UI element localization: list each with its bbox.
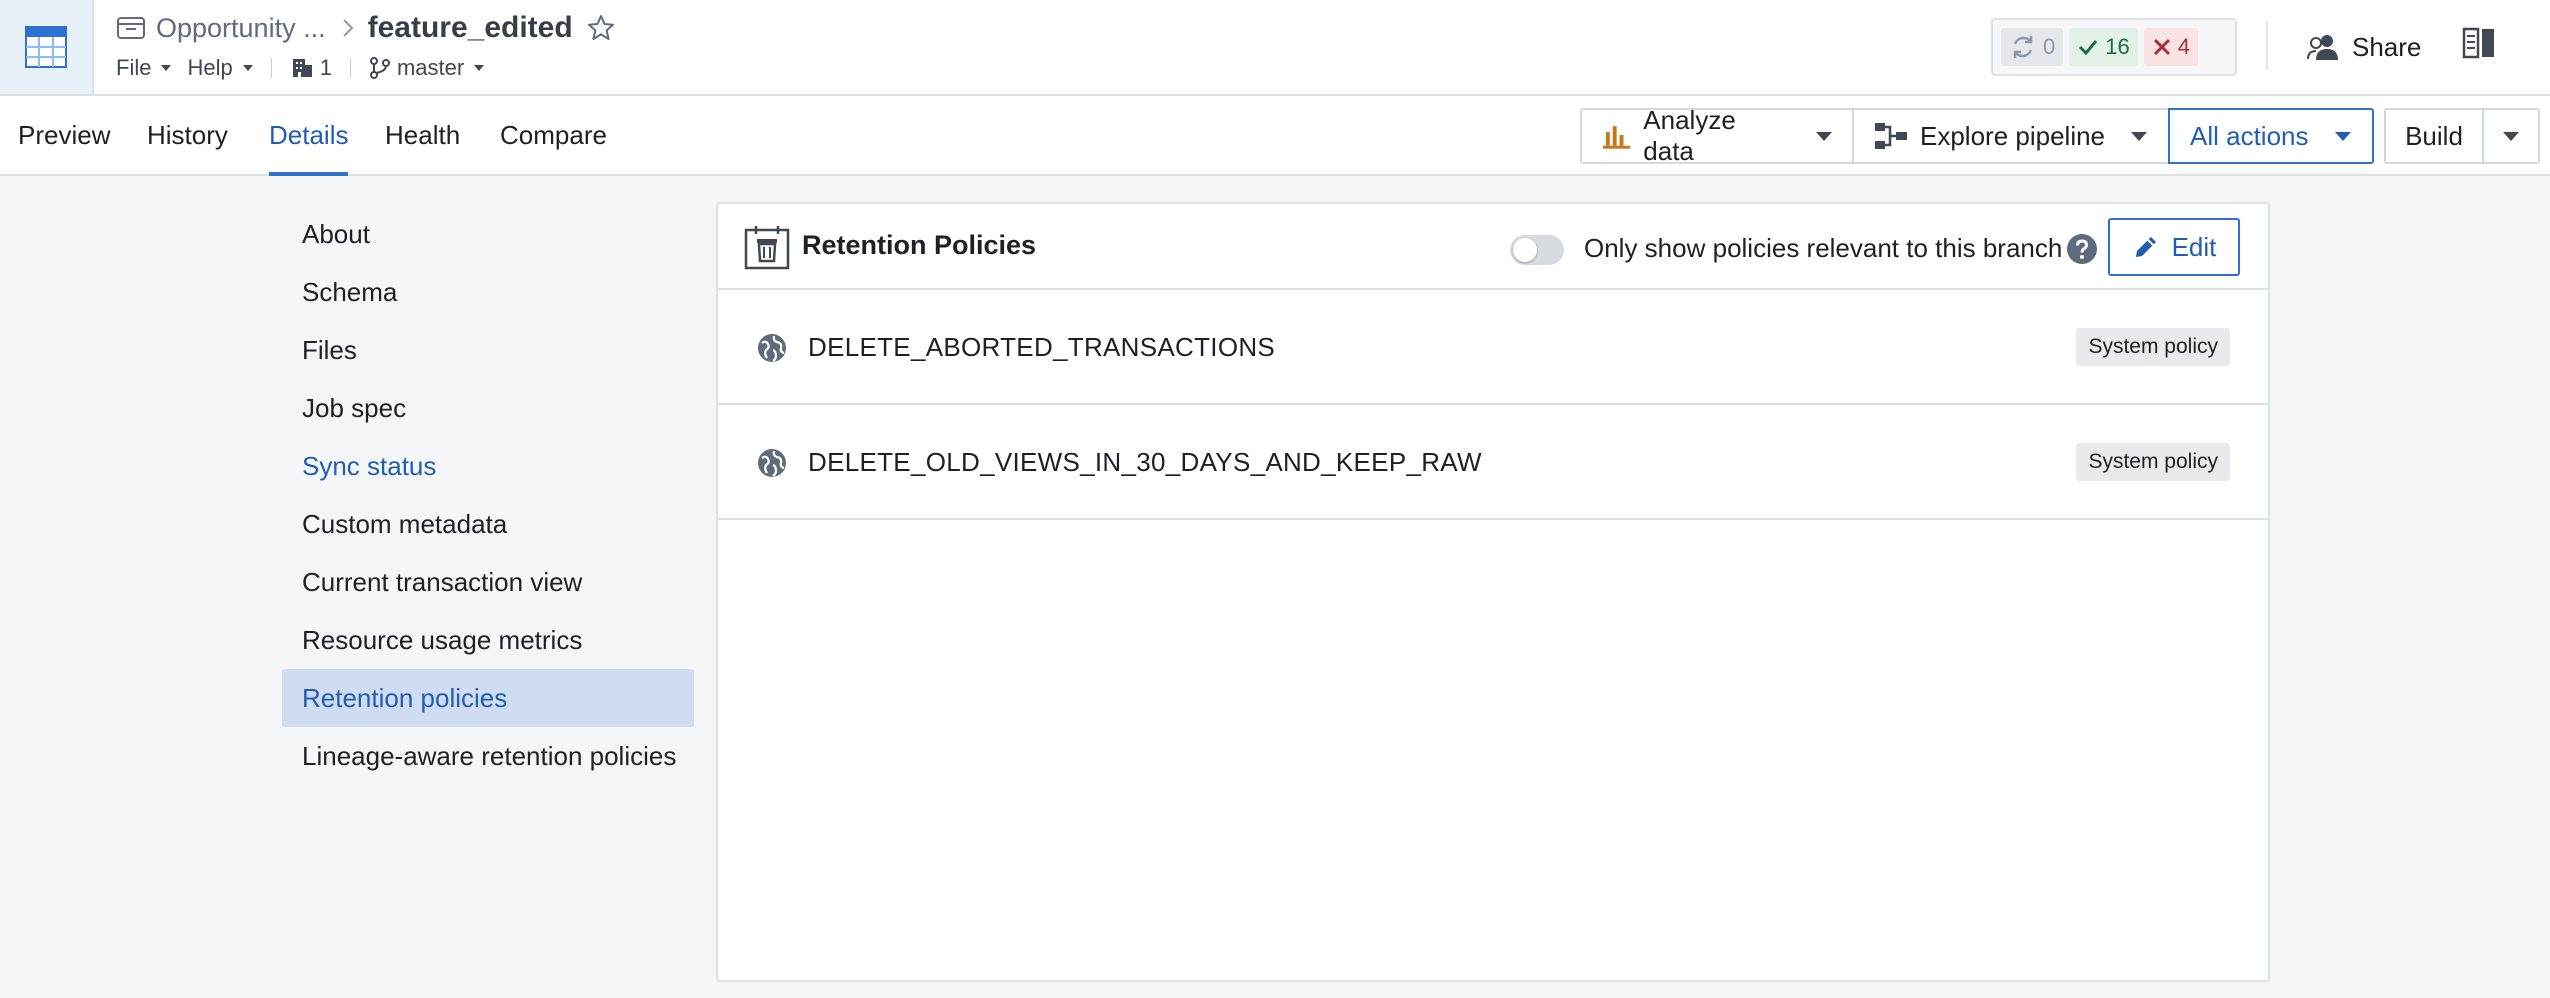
sidebar-item-schema[interactable]: Schema xyxy=(282,263,694,321)
pencil-icon xyxy=(2135,237,2156,257)
tab-bar: Preview History Details Health Compare A… xyxy=(0,96,2550,176)
build-label: Build xyxy=(2405,120,2463,151)
running-count: 0 xyxy=(2043,34,2056,59)
project-count[interactable]: 1 xyxy=(290,55,332,81)
caret-down-icon xyxy=(242,65,253,71)
card-header: Retention Policies Only show policies re… xyxy=(718,204,2268,290)
tab-compare[interactable]: Compare xyxy=(500,96,607,174)
cross-icon xyxy=(2153,38,2170,56)
side-panel-toggle-icon[interactable] xyxy=(2462,26,2496,60)
caret-down-icon xyxy=(2503,131,2519,141)
sidebar-item-current-transaction-view[interactable]: Current transaction view xyxy=(282,553,694,611)
sidebar-item-retention-policies[interactable]: Retention policies xyxy=(282,669,694,727)
branch-filter-label: Only show policies relevant to this bran… xyxy=(1584,233,2063,263)
success-status[interactable]: 16 xyxy=(2069,28,2138,66)
tab-health[interactable]: Health xyxy=(385,96,460,174)
analyze-data-button[interactable]: Analyze data xyxy=(1580,105,1854,166)
sidebar-item-resource-usage-metrics[interactable]: Resource usage metrics xyxy=(282,611,694,669)
check-icon xyxy=(2079,40,2098,56)
success-count: 16 xyxy=(2105,34,2130,59)
refresh-icon xyxy=(2013,36,2033,58)
project-count-value: 1 xyxy=(319,55,332,80)
tab-history[interactable]: History xyxy=(147,96,228,174)
failed-status[interactable]: 4 xyxy=(2143,28,2198,66)
explore-pipeline-button[interactable]: Explore pipeline xyxy=(1852,108,2170,164)
dataset-table-icon[interactable] xyxy=(0,0,94,94)
policy-row[interactable]: DELETE_ABORTED_TRANSACTIONS System polic… xyxy=(718,290,2268,405)
divider xyxy=(2266,22,2268,70)
caret-down-icon xyxy=(2131,131,2148,141)
system-policy-tag: System policy xyxy=(2076,328,2230,366)
branch-filter-toggle[interactable] xyxy=(1510,235,1564,265)
building-icon xyxy=(292,59,312,77)
all-actions-button[interactable]: All actions xyxy=(2168,108,2374,164)
tab-details[interactable]: Details xyxy=(269,96,349,176)
trash-calendar-icon xyxy=(744,224,790,270)
share-button[interactable]: Share xyxy=(2306,22,2421,72)
bar-chart-icon xyxy=(1602,126,1631,149)
globe-icon xyxy=(756,332,788,364)
branch-selector[interactable]: master xyxy=(369,55,485,81)
system-policy-tag: System policy xyxy=(2076,443,2230,481)
sidebar-item-job-spec[interactable]: Job spec xyxy=(282,379,694,437)
retention-policies-card: Retention Policies Only show policies re… xyxy=(716,202,2270,982)
sidebar-item-custom-metadata[interactable]: Custom metadata xyxy=(282,495,694,553)
build-status-summary[interactable]: 0 16 4 xyxy=(1991,18,2237,76)
sidebar-item-files[interactable]: Files xyxy=(282,321,694,379)
file-menu-label: File xyxy=(116,55,152,80)
dataset-meta-row: File Help 1 master xyxy=(116,54,485,82)
caret-down-icon xyxy=(2334,131,2351,141)
caret-down-icon xyxy=(474,65,485,71)
details-sidebar: About Schema Files Job spec Sync status … xyxy=(282,205,694,785)
help-menu-label: Help xyxy=(187,55,233,80)
branch-label: master xyxy=(396,55,465,80)
caret-down-icon xyxy=(1816,131,1832,141)
help-menu[interactable]: Help xyxy=(187,55,253,81)
toggle-knob xyxy=(1513,238,1537,262)
edit-button[interactable]: Edit xyxy=(2108,218,2240,276)
globe-icon xyxy=(756,447,788,479)
divider xyxy=(349,58,351,78)
folder-icon xyxy=(117,17,145,39)
edit-label: Edit xyxy=(2171,231,2217,262)
star-icon[interactable] xyxy=(587,14,615,42)
build-button[interactable]: Build xyxy=(2384,108,2484,164)
sidebar-item-sync-status[interactable]: Sync status xyxy=(282,437,694,495)
sidebar-item-lineage-aware-retention-policies[interactable]: Lineage-aware retention policies xyxy=(282,727,694,785)
explore-pipeline-label: Explore pipeline xyxy=(1920,120,2106,151)
top-header: Opportunity ... feature_edited File Help xyxy=(0,0,2550,96)
policy-name: DELETE_ABORTED_TRANSACTIONS xyxy=(808,332,1276,362)
build-options-dropdown[interactable] xyxy=(2482,108,2540,164)
page-title: feature_edited xyxy=(367,11,573,44)
chevron-right-icon xyxy=(342,18,354,38)
divider xyxy=(270,58,272,78)
card-title: Retention Policies xyxy=(802,230,1037,260)
git-branch-icon xyxy=(369,57,390,79)
help-icon[interactable] xyxy=(2066,233,2098,265)
breadcrumb-folder[interactable]: Opportunity ... xyxy=(116,13,326,44)
analyze-data-label: Analyze data xyxy=(1643,105,1736,166)
policy-row[interactable]: DELETE_OLD_VIEWS_IN_30_DAYS_AND_KEEP_RAW… xyxy=(718,405,2268,520)
caret-down-icon xyxy=(161,65,172,71)
breadcrumb: Opportunity ... feature_edited xyxy=(116,8,615,48)
all-actions-label: All actions xyxy=(2190,120,2309,151)
tab-preview[interactable]: Preview xyxy=(18,96,110,174)
running-status[interactable]: 0 xyxy=(2001,28,2064,66)
failed-count: 4 xyxy=(2177,34,2190,59)
breadcrumb-folder-label: Opportunity ... xyxy=(156,12,326,43)
pipeline-icon xyxy=(1875,123,1907,149)
policy-name: DELETE_OLD_VIEWS_IN_30_DAYS_AND_KEEP_RAW xyxy=(808,447,1482,477)
share-label: Share xyxy=(2352,31,2422,62)
sidebar-item-about[interactable]: About xyxy=(282,205,694,263)
file-menu[interactable]: File xyxy=(116,55,172,81)
people-icon xyxy=(2307,35,2338,60)
